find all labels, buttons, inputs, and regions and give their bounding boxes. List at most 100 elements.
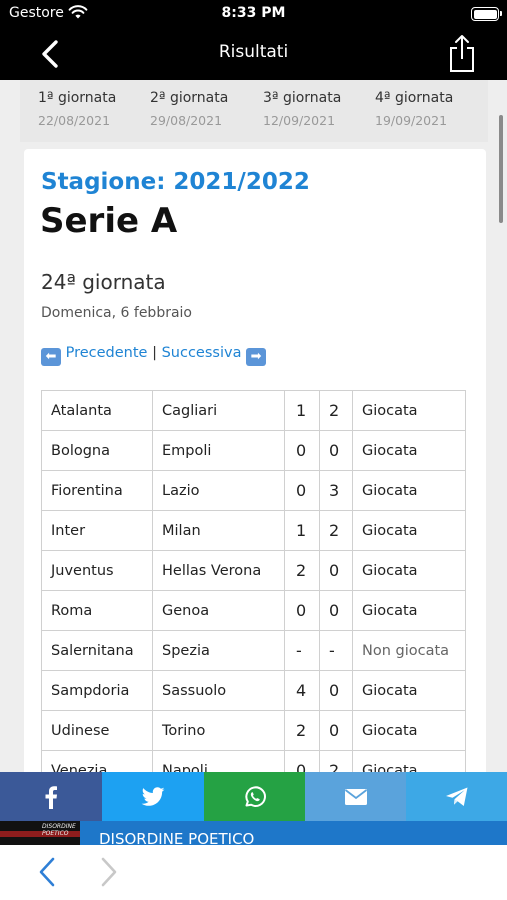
- pager-separator: |: [152, 345, 157, 361]
- twitter-share-button[interactable]: [102, 772, 204, 821]
- home-score: 0: [284, 430, 320, 471]
- matchday-pager: ⬅ Precedente | Successiva ➡: [41, 345, 267, 366]
- table-row: Inter Milan 1 2 Giocata: [41, 510, 466, 551]
- arrow-left-icon[interactable]: ⬅: [41, 348, 61, 366]
- round-date: 22/08/2021: [38, 113, 111, 128]
- home-team: Fiorentina: [41, 470, 153, 511]
- scrollbar[interactable]: [499, 115, 503, 223]
- nav-bar: Risultati: [0, 28, 507, 80]
- whatsapp-share-button[interactable]: [204, 772, 305, 821]
- email-share-button[interactable]: [305, 772, 406, 821]
- away-team: Genoa: [152, 590, 285, 631]
- table-row: Atalanta Cagliari 1 2 Giocata: [41, 390, 466, 431]
- matchday-title: 24ª giornata: [41, 270, 166, 294]
- away-team: Milan: [152, 510, 285, 551]
- content-area[interactable]: 1ª giornata 22/08/2021 2ª giornata 29/08…: [0, 80, 507, 772]
- social-share-bar: [0, 772, 507, 821]
- round-name: 1ª giornata: [38, 90, 117, 106]
- home-team: Salernitana: [41, 630, 153, 671]
- results-card: Stagione: 2021/2022 Serie A 24ª giornata…: [24, 149, 486, 772]
- home-score: 0: [284, 750, 320, 772]
- mail-icon: [344, 788, 367, 805]
- away-score: 2: [319, 750, 353, 772]
- away-score: 2: [319, 510, 353, 551]
- round-tab-3[interactable]: 3ª giornata 12/09/2021: [263, 90, 375, 128]
- away-score: -: [319, 630, 353, 671]
- round-tab-4[interactable]: 4ª giornata 19/09/2021: [375, 90, 487, 128]
- page-title: Risultati: [218, 42, 289, 62]
- away-team: Lazio: [152, 470, 285, 511]
- table-row: Bologna Empoli 0 0 Giocata: [41, 430, 466, 471]
- facebook-share-button[interactable]: [0, 772, 102, 821]
- rounds-strip[interactable]: 1ª giornata 22/08/2021 2ª giornata 29/08…: [20, 80, 488, 142]
- banner-text: DISORDINE POETICO: [99, 830, 255, 845]
- home-score: 4: [284, 670, 320, 711]
- away-score: 0: [319, 430, 353, 471]
- away-team: Spezia: [152, 630, 285, 671]
- home-team: Bologna: [41, 430, 153, 471]
- home-team: Inter: [41, 510, 153, 551]
- match-status: Giocata: [352, 550, 466, 591]
- matchday-date: Domenica, 6 febbraio: [41, 305, 192, 321]
- table-row: Roma Genoa 0 0 Giocata: [41, 590, 466, 631]
- away-score: 0: [319, 590, 353, 631]
- match-status: Giocata: [352, 670, 466, 711]
- screen: Gestore 8:33 PM Risultati 1ª giornata 22…: [0, 0, 507, 900]
- round-tab-2[interactable]: 2ª giornata 29/08/2021: [150, 90, 262, 128]
- browser-forward-button[interactable]: [96, 853, 122, 891]
- table-row: Venezia Napoli 0 2 Giocata: [41, 750, 466, 772]
- home-score: 2: [284, 710, 320, 751]
- home-score: 1: [284, 390, 320, 431]
- home-score: 0: [284, 470, 320, 511]
- round-name: 2ª giornata: [150, 90, 229, 106]
- round-tab-1[interactable]: 1ª giornata 22/08/2021: [38, 90, 150, 128]
- chevron-left-icon: [39, 857, 55, 887]
- clock: 8:33 PM: [221, 5, 286, 21]
- telegram-share-button[interactable]: [406, 772, 507, 821]
- round-date: 12/09/2021: [263, 113, 336, 128]
- away-score: 3: [319, 470, 353, 511]
- table-row: Sampdoria Sassuolo 4 0 Giocata: [41, 670, 466, 711]
- home-score: 2: [284, 550, 320, 591]
- round-name: 3ª giornata: [263, 90, 342, 106]
- away-team: Empoli: [152, 430, 285, 471]
- table-row: Salernitana Spezia - - Non giocata: [41, 630, 466, 671]
- home-team: Roma: [41, 590, 153, 631]
- browser-back-button[interactable]: [34, 853, 60, 891]
- home-score: -: [284, 630, 320, 671]
- away-team: Hellas Verona: [152, 550, 285, 591]
- away-score: 2: [319, 390, 353, 431]
- round-date: 19/09/2021: [375, 113, 448, 128]
- away-team: Cagliari: [152, 390, 285, 431]
- away-score: 0: [319, 710, 353, 751]
- share-icon: [450, 35, 474, 72]
- round-date: 29/08/2021: [150, 113, 223, 128]
- whatsapp-icon: [244, 785, 266, 807]
- round-name: 4ª giornata: [375, 90, 454, 106]
- away-team: Napoli: [152, 750, 285, 772]
- match-status: Non giocata: [352, 630, 466, 671]
- match-status: Giocata: [352, 470, 466, 511]
- telegram-icon: [445, 787, 467, 806]
- away-score: 0: [319, 670, 353, 711]
- season-title: Stagione: 2021/2022: [41, 169, 310, 195]
- facebook-icon: [45, 785, 57, 809]
- home-team: Udinese: [41, 710, 153, 751]
- ad-banner[interactable]: DISORDINE POETICO DISORDINE POETICO: [0, 821, 507, 845]
- match-status: Giocata: [352, 430, 466, 471]
- battery-icon: [471, 7, 502, 21]
- match-status: Giocata: [352, 590, 466, 631]
- share-button[interactable]: [447, 32, 477, 74]
- twitter-icon: [141, 786, 165, 806]
- arrow-right-icon[interactable]: ➡: [246, 348, 267, 366]
- previous-link[interactable]: Precedente: [66, 345, 148, 361]
- home-team: Juventus: [41, 550, 153, 591]
- bottom-toolbar: [0, 845, 507, 900]
- away-score: 0: [319, 550, 353, 591]
- home-team: Venezia: [41, 750, 153, 772]
- match-status: Giocata: [352, 510, 466, 551]
- home-team: Sampdoria: [41, 670, 153, 711]
- table-row: Fiorentina Lazio 0 3 Giocata: [41, 470, 466, 511]
- home-score: 0: [284, 590, 320, 631]
- next-link[interactable]: Successiva: [162, 345, 242, 361]
